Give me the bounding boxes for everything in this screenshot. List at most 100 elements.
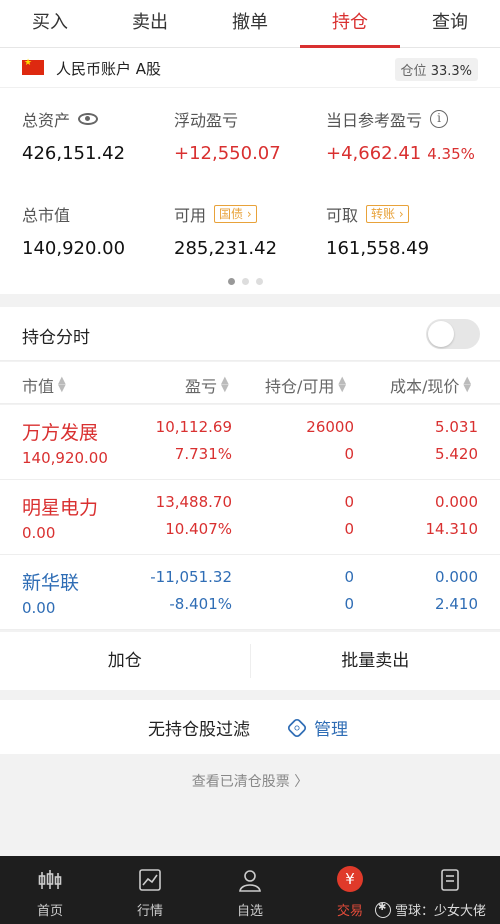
chart-icon	[139, 869, 161, 891]
asset-summary: 总资产 426,151.42 浮动盈亏 +12,550.07 当日参考盈亏 i …	[0, 88, 500, 294]
stock-cost: 5.031	[435, 418, 478, 436]
stock-position: 0	[344, 493, 354, 511]
floating-pl-cell: 浮动盈亏 +12,550.07	[174, 108, 281, 164]
daily-pl-value: +4,662.41	[326, 143, 422, 164]
stock-price: 2.410	[435, 595, 478, 613]
treasury-bond-tag[interactable]: 国债 ›	[214, 205, 257, 223]
view-cleared-stocks-link[interactable]: 查看已清仓股票 〉	[0, 771, 500, 791]
stock-position: 26000	[306, 418, 354, 436]
table-row[interactable]: 万方发展 140,920.00 10,112.69 7.731% 26000 0…	[0, 405, 500, 480]
bottom-nav: 首页 行情 自选 ¥ 交易 雪球：少女	[0, 856, 500, 924]
china-flag-icon	[22, 58, 44, 75]
position-ratio-value: 33.3%	[430, 64, 472, 79]
stock-cost: 0.000	[435, 493, 478, 511]
stock-market-value: 140,920.00	[22, 449, 108, 467]
tab-cancel[interactable]: 撤单	[200, 0, 300, 47]
sort-icon: ▲ ▼	[463, 375, 472, 394]
filter-row: 无持仓股过滤 管理	[0, 700, 500, 754]
page-indicator	[228, 278, 263, 285]
stock-available: 0	[344, 595, 354, 613]
stock-pl-pct: 10.407%	[165, 520, 232, 538]
nav-market[interactable]: 行情	[100, 856, 200, 924]
candlestick-icon	[38, 870, 62, 889]
account-name: 人民币账户 A股	[56, 60, 162, 78]
intraday-toggle-label: 持仓分时	[22, 328, 90, 348]
manage-label: 管理	[314, 720, 348, 740]
sort-icon: ▲ ▼	[221, 375, 229, 394]
stock-name: 明星电力	[22, 497, 99, 519]
withdrawable-label: 可取	[326, 206, 359, 225]
market-value-cell: 总市值 140,920.00	[22, 203, 125, 259]
stock-pl-pct: 7.731%	[174, 445, 232, 463]
transfer-tag[interactable]: 转账 ›	[366, 205, 409, 223]
floating-pl-label: 浮动盈亏	[174, 111, 239, 130]
page-dot	[228, 278, 235, 285]
holdings-table-header: 市值 ▲ ▼ 盈亏 ▲ ▼ 持仓/可用 ▲ ▼ 成本/现价 ▲ ▼	[0, 362, 500, 404]
nav-market-label: 行情	[136, 904, 163, 919]
tab-sell[interactable]: 卖出	[100, 0, 200, 47]
total-assets-label: 总资产	[22, 111, 71, 130]
floating-pl-value: +12,550.07	[174, 143, 281, 164]
daily-pl-percent: 4.35%	[427, 145, 475, 163]
stock-price: 5.420	[435, 445, 478, 463]
available-value: 285,231.42	[174, 238, 278, 259]
market-value-value: 140,920.00	[22, 238, 126, 259]
snowball-logo-icon	[374, 901, 391, 918]
stock-price: 14.310	[425, 520, 479, 538]
daily-pl-cell: 当日参考盈亏 i +4,662.41 4.35%	[326, 108, 475, 164]
user-icon	[239, 870, 261, 892]
position-ratio-label: 仓位	[400, 64, 427, 79]
stock-pl-pct: -8.401%	[169, 595, 232, 613]
withdrawable-cell: 可取 转账 › 161,558.49	[326, 203, 429, 259]
withdrawable-value: 161,558.49	[326, 238, 430, 259]
stock-cost: 0.000	[435, 568, 478, 586]
eye-icon[interactable]	[78, 113, 99, 125]
available-cell: 可用 国债 › 285,231.42	[174, 203, 277, 259]
batch-sell-button[interactable]: 批量卖出	[251, 632, 500, 690]
col-position-available[interactable]: 持仓/可用 ▲ ▼	[265, 373, 346, 397]
nav-home-label: 首页	[36, 904, 63, 919]
col-market-value[interactable]: 市值 ▲ ▼	[22, 373, 66, 397]
watermark: 雪球：少女大佬	[374, 900, 486, 919]
add-position-button[interactable]: 加仓	[0, 632, 250, 690]
page-dot	[242, 278, 249, 285]
stock-available: 0	[344, 445, 354, 463]
settings-hex-icon	[286, 716, 308, 739]
daily-pl-label: 当日参考盈亏	[326, 111, 423, 130]
manage-button[interactable]: 管理	[286, 715, 348, 740]
table-row[interactable]: 新华联 0.00 -11,051.32 -8.401% 0 0 0.000 2.…	[0, 555, 500, 630]
stock-pl: 13,488.70	[155, 493, 232, 511]
intraday-toggle-row: 持仓分时	[0, 307, 500, 361]
stock-market-value: 0.00	[22, 524, 56, 542]
stock-pl: 10,112.69	[155, 418, 232, 436]
yuan-icon: ¥	[337, 866, 363, 892]
nav-home[interactable]: 首页	[0, 856, 100, 924]
stock-available: 0	[344, 520, 354, 538]
document-icon	[441, 869, 459, 891]
no-holdings-filter-label[interactable]: 无持仓股过滤	[148, 715, 250, 740]
market-value-label: 总市值	[22, 206, 71, 225]
page-dot	[256, 278, 263, 285]
col-profit-loss[interactable]: 盈亏 ▲ ▼	[185, 373, 229, 397]
action-bar: 加仓 批量卖出	[0, 632, 500, 690]
table-row[interactable]: 明星电力 0.00 13,488.70 10.407% 0 0 0.000 14…	[0, 480, 500, 555]
info-icon[interactable]: i	[430, 110, 449, 128]
sort-icon: ▲ ▼	[58, 375, 66, 394]
tab-buy[interactable]: 买入	[0, 0, 100, 47]
nav-watchlist-label: 自选	[236, 904, 263, 919]
intraday-toggle-switch[interactable]	[426, 319, 480, 349]
stock-name: 万方发展	[22, 422, 99, 444]
available-label: 可用	[174, 206, 207, 225]
account-bar[interactable]: 人民币账户 A股 仓位 33.3%	[0, 48, 500, 88]
total-assets-cell: 总资产 426,151.42	[22, 108, 125, 164]
tab-query[interactable]: 查询	[400, 0, 500, 47]
nav-watchlist[interactable]: 自选	[200, 856, 300, 924]
stock-market-value: 0.00	[22, 599, 56, 617]
tab-holdings[interactable]: 持仓	[300, 0, 400, 48]
stock-position: 0	[344, 568, 354, 586]
total-assets-value: 426,151.42	[22, 143, 126, 164]
col-cost-price[interactable]: 成本/现价 ▲ ▼	[390, 373, 471, 397]
stock-pl: -11,051.32	[150, 568, 232, 586]
stock-name: 新华联	[22, 572, 80, 594]
position-ratio-badge: 仓位 33.3%	[394, 58, 478, 81]
